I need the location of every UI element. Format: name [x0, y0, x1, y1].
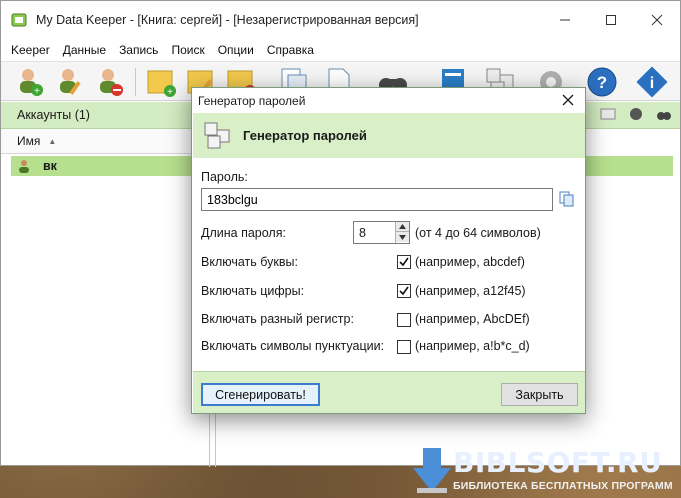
dialog-close-icon[interactable] [561, 93, 575, 107]
length-stepper[interactable]: 8 [353, 221, 410, 244]
add-user-icon: + [20, 69, 43, 97]
maximize-button[interactable] [588, 1, 634, 39]
include-punctuation-checkbox[interactable] [397, 340, 411, 354]
menu-data[interactable]: Данные [63, 43, 106, 57]
help-icon: ? [587, 67, 617, 97]
option-digits-label: Включать цифры: [201, 284, 305, 298]
download-arrow-icon [413, 448, 451, 493]
binoculars-small-icon[interactable] [656, 106, 672, 122]
menu-options[interactable]: Опции [218, 43, 254, 57]
close-icon [651, 14, 663, 26]
option-case-label: Включать разный регистр: [201, 312, 354, 326]
maximize-icon [606, 15, 616, 25]
edit-user-button[interactable] [53, 65, 87, 99]
edit-user-icon [60, 69, 81, 95]
length-value: 8 [359, 226, 366, 240]
menu-record[interactable]: Запись [119, 43, 158, 57]
watermark-brand: BIBLSOFT.RU [453, 446, 663, 479]
toolbar-separator [135, 68, 136, 96]
dialog-title: Генератор паролей [198, 93, 306, 108]
check-icon [399, 286, 409, 296]
window-title: My Data Keeper - [Книга: сергей] - [Неза… [36, 13, 419, 27]
dialog-title-bar: Генератор паролей [192, 88, 585, 113]
row-label: вк [43, 159, 57, 173]
help-button[interactable]: ? [585, 65, 619, 99]
password-label: Пароль: [201, 170, 248, 184]
chevron-up-icon [399, 224, 406, 229]
minimize-button[interactable] [542, 1, 588, 39]
svg-text:+: + [167, 87, 173, 98]
watermark-tagline: БИБЛИОТЕКА БЕСПЛАТНЫХ ПРОГРАММ [453, 480, 673, 492]
decrement-button[interactable] [396, 232, 409, 242]
menu-keeper[interactable]: Keeper [11, 43, 50, 57]
keyboard-keys-icon [204, 122, 230, 148]
include-mixed-case-checkbox[interactable] [397, 313, 411, 327]
svg-text:+: + [34, 86, 40, 97]
chevron-down-icon [399, 234, 406, 240]
info-icon: i [636, 66, 668, 98]
option-letters-label: Включать буквы: [201, 255, 298, 269]
column-name-label: Имя [17, 134, 41, 148]
dialog-footer: Сгенерировать! Закрыть [193, 371, 585, 413]
option-digits-example: (например, a12f45) [415, 284, 526, 298]
menu-search[interactable]: Поиск [171, 43, 204, 57]
option-punctuation-example: (например, a!b*c_d) [415, 339, 530, 353]
check-icon [399, 257, 409, 267]
close-button[interactable]: Закрыть [501, 383, 578, 406]
increment-button[interactable] [396, 222, 409, 232]
app-icon [11, 13, 27, 27]
password-generator-dialog: Генератор паролей Генератор паролей Паро… [191, 87, 586, 414]
watermark: BIBLSOFT.RU БИБЛИОТЕКА БЕСПЛАТНЫХ ПРОГРА… [413, 446, 681, 498]
dialog-header: Генератор паролей [193, 113, 585, 158]
password-field[interactable] [201, 188, 553, 211]
sort-ascending-icon: ▲ [48, 136, 57, 146]
accounts-header-label: Аккаунты (1) [17, 108, 90, 122]
user-icon [19, 160, 29, 173]
title-bar: My Data Keeper - [Книга: сергей] - [Неза… [1, 1, 680, 39]
close-window-button[interactable] [634, 1, 680, 39]
option-punctuation-label: Включать символы пунктуации: [201, 339, 385, 353]
dialog-header-title: Генератор паролей [243, 128, 367, 143]
menu-help[interactable]: Справка [267, 43, 314, 57]
include-letters-checkbox[interactable] [397, 255, 411, 269]
option-case-example: (например, AbcDEf) [415, 312, 530, 326]
option-letters-example: (например, abcdef) [415, 255, 525, 269]
add-note-icon: + [147, 70, 176, 98]
column-header-name[interactable]: Имя ▲ [1, 129, 209, 154]
add-note-button[interactable]: + [144, 65, 178, 99]
generate-button[interactable]: Сгенерировать! [201, 383, 320, 406]
minimize-icon [560, 19, 570, 21]
svg-text:i: i [650, 75, 654, 92]
globe-icon[interactable] [628, 106, 644, 122]
delete-user-icon [100, 69, 123, 96]
length-hint: (от 4 до 64 символов) [415, 226, 541, 240]
forward-icon[interactable] [600, 106, 616, 122]
copy-icon[interactable] [559, 191, 575, 207]
about-button[interactable]: i [635, 65, 669, 99]
svg-text:?: ? [597, 73, 607, 92]
delete-user-button[interactable] [93, 65, 127, 99]
length-label: Длина пароля: [201, 226, 286, 240]
menu-bar: Keeper Данные Запись Поиск Опции Справка [1, 39, 680, 61]
dialog-body: Пароль: Длина пароля: 8 (от 4 до 64 симв… [193, 158, 585, 370]
include-digits-checkbox[interactable] [397, 284, 411, 298]
add-user-button[interactable]: + [13, 65, 47, 99]
